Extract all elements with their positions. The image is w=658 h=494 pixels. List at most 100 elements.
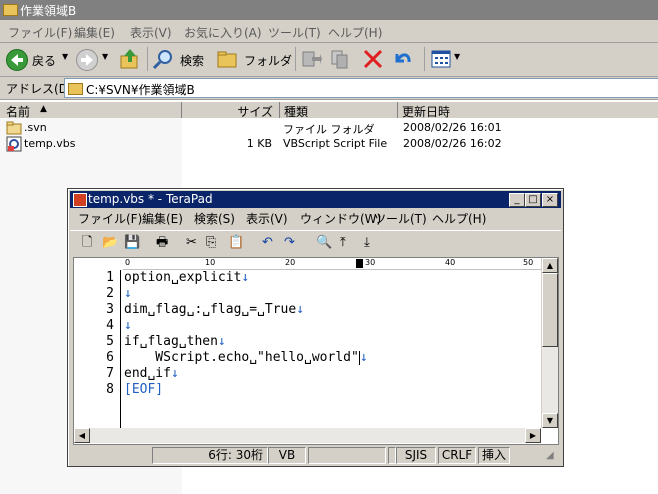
menu-tools[interactable]: ツール(T) [268, 24, 321, 41]
menu-favorites[interactable]: お気に入り(A) [184, 24, 262, 41]
column-modified[interactable]: 更新日時 [398, 102, 657, 119]
menu-search[interactable]: 検索(S) [194, 210, 235, 227]
file-type: ファイル フォルダ [283, 123, 375, 136]
status-blank [388, 447, 396, 464]
explorer-title-bar[interactable]: 作業領域B [0, 0, 658, 20]
eol-mark-icon: ↓ [217, 334, 226, 349]
column-name[interactable]: 名前 ▲ [0, 102, 182, 119]
move-to-button[interactable] [300, 48, 324, 70]
code-line: WScript.echo␣"hello␣world" [124, 350, 359, 365]
chevron-down-icon[interactable]: ▼ [62, 52, 68, 61]
scroll-right-icon[interactable]: ▶ [525, 428, 541, 443]
editor-area[interactable]: 0 10 20 30 40 50 1 2 3 4 5 6 7 8 option␣… [73, 257, 559, 445]
undo-button[interactable] [392, 48, 416, 70]
folder-icon [68, 83, 83, 95]
newline-mode: CRLF [438, 447, 476, 464]
terapad-title-bar[interactable]: temp.vbs * - TeraPad _ □ × [70, 191, 561, 208]
insert-mode: 挿入 [478, 447, 510, 464]
eof-marker: [EOF] [124, 382, 164, 397]
eol-mark-icon: ↓ [124, 286, 132, 301]
code-line: dim␣flag␣:␣flag␣=␣True [124, 302, 297, 317]
up-folder-button[interactable] [118, 48, 144, 70]
encoding: SJIS [396, 447, 436, 464]
eol-mark-icon: ↓ [359, 350, 368, 365]
resize-grip-icon[interactable]: ◢ [546, 450, 554, 461]
back-button[interactable]: 戻る ▼ [4, 48, 70, 71]
minimize-button[interactable]: _ [509, 193, 525, 207]
redo-icon[interactable]: ↷ [284, 235, 295, 251]
copy-to-button[interactable] [330, 48, 354, 70]
back-arrow-icon [6, 49, 28, 71]
find-previous-icon[interactable]: ⤒ [340, 235, 346, 251]
code-line: if␣flag␣then [124, 334, 218, 349]
forward-button[interactable]: ▼ [74, 48, 114, 71]
eol-mark-icon: ↓ [124, 318, 132, 333]
menu-help[interactable]: ヘルプ(H) [328, 24, 382, 41]
cut-icon[interactable]: ✂ [186, 235, 197, 251]
menu-file[interactable]: ファイル(F) [8, 24, 72, 41]
file-size: 1 KB [246, 137, 272, 150]
terapad-menubar: ファイル(F) 編集(E) 検索(S) 表示(V) ウィンドウ(W) ツール(T… [70, 208, 561, 228]
find-next-icon[interactable]: ⤓ [364, 235, 370, 251]
vertical-scrollbar[interactable]: ▲ ▼ [541, 258, 558, 428]
chevron-down-icon[interactable]: ▼ [454, 52, 460, 61]
address-label: アドレス(D) [6, 82, 73, 96]
column-ruler: 0 10 20 30 40 50 [123, 258, 541, 270]
list-item[interactable]: temp.vbs 1 KB VBScript Script File 2008/… [0, 136, 658, 152]
save-icon[interactable]: 💾 [124, 235, 140, 251]
search-icon [152, 50, 172, 70]
file-modified: 2008/02/26 16:02 [403, 137, 502, 150]
horizontal-scrollbar[interactable]: ◀ ▶ [74, 428, 541, 443]
file-name: temp.vbs [24, 137, 76, 150]
menu-tools[interactable]: ツール(T) [374, 210, 427, 227]
address-value: C:¥SVN¥作業領域B [86, 83, 195, 97]
menu-window[interactable]: ウィンドウ(W) [300, 210, 381, 227]
code-line: end␣if [124, 366, 171, 381]
scroll-thumb[interactable] [542, 273, 558, 347]
paste-icon[interactable]: 📋 [228, 235, 244, 251]
menu-file[interactable]: ファイル(F) [78, 210, 142, 227]
folder-icon [3, 4, 18, 16]
views-button[interactable]: ▼ [430, 48, 464, 70]
address-bar: アドレス(D) C:¥SVN¥作業領域B [0, 77, 658, 100]
open-file-icon[interactable]: 📂 [102, 235, 118, 251]
find-icon[interactable]: 🔍 [316, 235, 332, 251]
explorer-menubar: ファイル(F) 編集(E) 表示(V) お気に入り(A) ツール(T) ヘルプ(… [0, 20, 658, 43]
undo-icon [395, 53, 411, 63]
delete-button[interactable] [362, 48, 386, 70]
search-button[interactable]: 検索 [152, 48, 212, 70]
up-folder-icon [120, 49, 138, 69]
chevron-down-icon[interactable]: ▼ [102, 52, 108, 61]
menu-view[interactable]: 表示(V) [130, 24, 172, 41]
maximize-button[interactable]: □ [525, 193, 541, 207]
file-type: VBScript Script File [283, 137, 388, 150]
syntax-mode: VB [268, 447, 306, 464]
folders-label: フォルダ [244, 54, 293, 68]
menu-edit[interactable]: 編集(E) [142, 210, 183, 227]
back-label: 戻る [32, 54, 57, 68]
menu-help[interactable]: ヘルプ(H) [432, 210, 486, 227]
forward-arrow-icon [76, 49, 98, 71]
menu-edit[interactable]: 編集(E) [74, 24, 115, 41]
undo-icon[interactable]: ↶ [262, 235, 273, 251]
new-file-icon[interactable]: 🗋 [82, 235, 92, 251]
folders-button[interactable]: フォルダ [216, 48, 292, 70]
file-list-header: 名前 ▲ サイズ 種類 更新日時 [0, 102, 658, 119]
terapad-window: temp.vbs * - TeraPad _ □ × ファイル(F) 編集(E)… [67, 188, 564, 467]
delete-icon [363, 49, 383, 69]
column-type[interactable]: 種類 [280, 102, 398, 119]
address-field[interactable]: C:¥SVN¥作業領域B [64, 78, 658, 98]
scroll-down-icon[interactable]: ▼ [542, 413, 558, 428]
scroll-up-icon[interactable]: ▲ [542, 258, 558, 273]
folders-icon [217, 51, 237, 68]
scroll-left-icon[interactable]: ◀ [74, 428, 90, 443]
list-item[interactable]: .svn ファイル フォルダ 2008/02/26 16:01 [0, 120, 658, 136]
print-icon[interactable]: 🖶 [156, 235, 168, 251]
file-name: .svn [24, 121, 47, 134]
status-blank [308, 447, 386, 464]
copy-icon[interactable]: ⎘ [206, 235, 216, 251]
status-bar: 6行: 30桁 VB SJIS CRLF 挿入 ◢ [70, 446, 561, 464]
column-size[interactable]: サイズ [182, 102, 280, 119]
menu-view[interactable]: 表示(V) [246, 210, 288, 227]
close-button[interactable]: × [542, 193, 558, 207]
